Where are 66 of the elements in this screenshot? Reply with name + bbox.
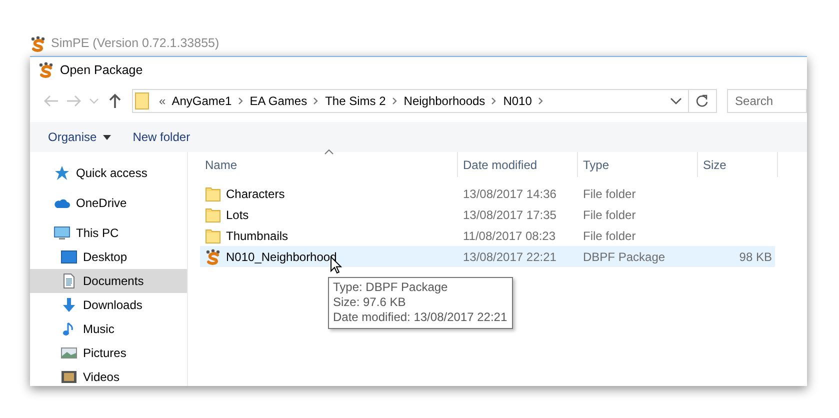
folder-icon	[205, 228, 221, 244]
date-cell-text: 13/08/2017 14:36	[462, 186, 558, 202]
sidebar-item[interactable]: Downloads	[30, 293, 187, 317]
size-cell: 98 KB	[739, 250, 772, 264]
window-title: SimPE (Version 0.72.1.33855)	[51, 35, 220, 52]
breadcrumb-item[interactable]: Neighborhoods	[404, 92, 486, 110]
type-cell-text: File folder	[582, 206, 637, 224]
tooltip-line: Type: DBPF Package	[333, 280, 449, 295]
breadcrumb-separator-icon	[491, 97, 498, 105]
breadcrumb-item[interactable]: EA Games	[250, 92, 308, 110]
document-icon	[61, 273, 77, 289]
sidebar-item[interactable]: Quick access	[30, 161, 187, 185]
column-header[interactable]: Size	[698, 152, 778, 177]
search-field[interactable]: Search	[727, 89, 807, 113]
file-name: Characters	[226, 186, 285, 202]
file-row[interactable]: Characters 13/08/2017 14:36 File folder	[200, 183, 775, 204]
sidebar-item[interactable]: Documents	[30, 269, 187, 293]
sidebar-item[interactable]: This PC	[30, 221, 187, 245]
tooltip-line: Size: 97.6 KB	[333, 295, 407, 310]
sidebar-item[interactable]: Pictures	[30, 341, 187, 365]
column-header[interactable]: Type	[578, 152, 698, 177]
star-icon	[54, 165, 70, 181]
file-row[interactable]: Lots 13/08/2017 17:35 File folder	[200, 204, 775, 225]
type-cell-text: File folder	[582, 186, 637, 202]
monitor-icon	[54, 225, 70, 241]
type-cell-text: DBPF Package	[582, 248, 666, 266]
type-cell-text: File folder	[582, 228, 637, 244]
toolbar-button[interactable]: Organise	[48, 128, 111, 146]
breadcrumb-item[interactable]: The Sims 2	[325, 92, 386, 110]
sidebar-item[interactable]: Music	[30, 317, 187, 341]
desktop-icon	[61, 249, 77, 265]
folder-icon	[135, 92, 150, 110]
breadcrumb-separator-icon	[313, 97, 320, 105]
dialog-title: Open Package	[60, 62, 143, 79]
file-name: Lots	[226, 206, 249, 224]
overflow-chevron[interactable]: «	[159, 92, 166, 110]
file-name: N010_Neighborhood	[226, 248, 337, 266]
down-arrow-icon	[61, 297, 77, 313]
column-header[interactable]: Name	[200, 152, 458, 177]
breadcrumb-separator-icon	[538, 97, 544, 105]
simpe-logo-icon	[30, 36, 46, 52]
simpe-logo-icon	[38, 62, 54, 78]
breadcrumb-separator-icon	[238, 97, 244, 105]
sidebar-item[interactable]: OneDrive	[30, 191, 187, 215]
address-bar[interactable]: « AnyGame1 EA Games The Sims 2 Neighborhoods N010	[132, 89, 718, 113]
date-cell-text: 11/08/2017 08:23	[462, 228, 557, 244]
breadcrumb-item[interactable]: AnyGame1	[172, 92, 232, 110]
date-cell-text: 13/08/2017 17:35	[462, 206, 558, 224]
dropdown-chevron-icon	[670, 97, 682, 105]
toolbar-button[interactable]: New folder	[132, 128, 190, 146]
sidebar-item[interactable]: Desktop	[30, 245, 187, 269]
folder-icon	[205, 186, 221, 202]
file-name: Thumbnails	[226, 228, 288, 244]
simpe-package-icon	[205, 248, 221, 264]
film-icon	[61, 369, 77, 385]
file-row[interactable]: N010_Neighborhood 13/08/2017 22:21 DBPF Package 98 KB	[200, 246, 775, 267]
date-cell-text: 13/08/2017 22:21	[462, 248, 558, 266]
refresh-icon[interactable]	[695, 94, 710, 108]
sidebar-item[interactable]: Videos	[30, 365, 187, 386]
file-row[interactable]: Thumbnails 11/08/2017 08:23 File folder	[200, 225, 775, 246]
folder-icon	[205, 206, 221, 222]
breadcrumb-separator-icon	[392, 97, 398, 105]
picture-icon	[61, 345, 77, 361]
column-header[interactable]: Date modified	[458, 152, 578, 177]
breadcrumb-item[interactable]: N010	[503, 92, 532, 110]
tooltip-line: Date modified: 13/08/2017 22:21	[333, 310, 508, 325]
